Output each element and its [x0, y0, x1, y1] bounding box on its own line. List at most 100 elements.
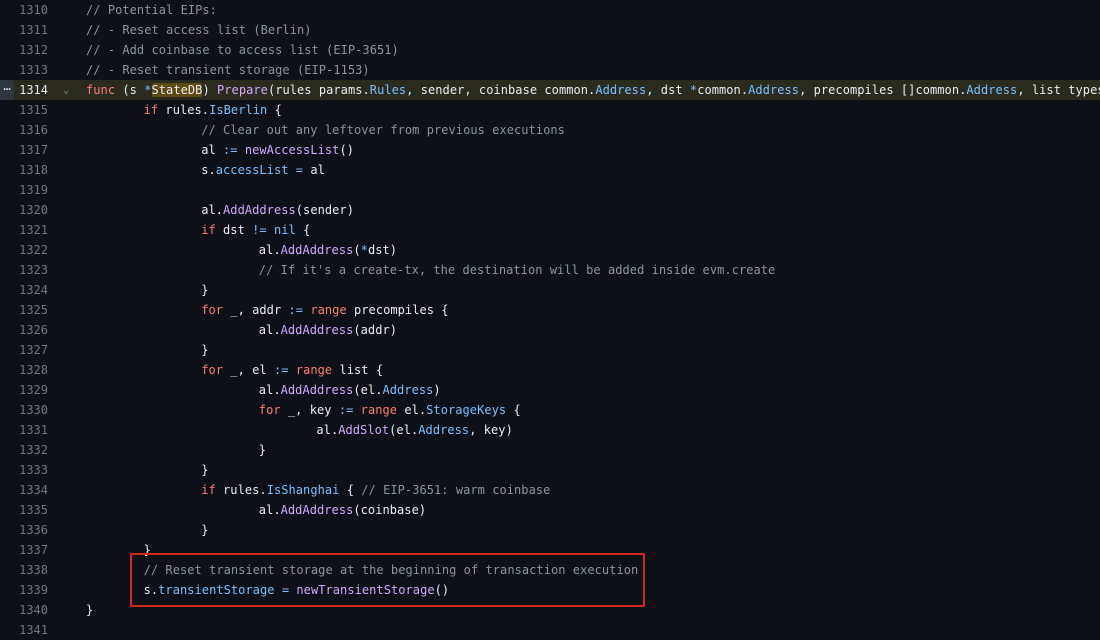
- line-number[interactable]: 1333: [0, 460, 48, 480]
- line-number[interactable]: 1319: [0, 180, 48, 200]
- line-options-button[interactable]: ⋯: [0, 80, 14, 100]
- code-property: Address: [966, 83, 1018, 97]
- code-text: el.: [397, 403, 427, 417]
- code-line: 1332}: [0, 440, 1100, 460]
- code-text: al.: [316, 423, 339, 437]
- line-number[interactable]: 1313: [0, 60, 48, 80]
- line-number[interactable]: 1312: [0, 40, 48, 60]
- code-text: (coinbase): [353, 503, 427, 517]
- line-number[interactable]: 1327: [0, 340, 48, 360]
- code-operator: :=: [223, 143, 238, 157]
- code-text: al.: [258, 383, 281, 397]
- code-property: Address: [595, 83, 647, 97]
- code-comment: // Reset transient storage at the beginn…: [143, 563, 639, 577]
- line-number[interactable]: 1335: [0, 500, 48, 520]
- code-line: 1326 al.AddAddress(addr): [0, 320, 1100, 340]
- line-number[interactable]: 1334: [0, 480, 48, 500]
- line-number[interactable]: 1317: [0, 140, 48, 160]
- code-function: AddAddress: [280, 243, 354, 257]
- code-line: 1310 // Potential EIPs:: [0, 0, 1100, 20]
- code-text: , precompiles []common.: [799, 83, 967, 97]
- code-text: // Reset transient storage at the beginn…: [144, 560, 639, 580]
- line-number[interactable]: 1336: [0, 520, 48, 540]
- code-text: }: [86, 603, 94, 617]
- code-line: 1324}: [0, 280, 1100, 300]
- code-text: }: [201, 520, 208, 540]
- code-line: 1338 // Reset transient storage at the be…: [0, 560, 1100, 580]
- code-text: if rules.IsBerlin {: [144, 100, 282, 120]
- code-comment: // Clear out any leftover from previous …: [201, 123, 565, 137]
- line-number[interactable]: 1341: [0, 620, 48, 640]
- code-text: s.: [143, 583, 159, 597]
- code-text: rules.: [158, 103, 210, 117]
- line-number[interactable]: 1320: [0, 200, 48, 220]
- line-number[interactable]: 1318: [0, 160, 48, 180]
- code-text: }: [144, 540, 151, 560]
- code-line: 1315 if rules.IsBerlin {: [0, 100, 1100, 120]
- line-number[interactable]: 1325: [0, 300, 48, 320]
- line-number[interactable]: 1315: [0, 100, 48, 120]
- code-text: ): [202, 83, 217, 97]
- code-text: }: [258, 443, 267, 457]
- code-text: common.: [697, 83, 749, 97]
- code-function: AddAddress: [280, 503, 354, 517]
- code-search-highlight: StateDB: [151, 83, 203, 97]
- line-number[interactable]: 1332: [0, 440, 48, 460]
- code-keyword: range: [310, 303, 347, 317]
- code-text: , list types.: [1017, 83, 1100, 97]
- code-function: newAccessList: [244, 143, 340, 157]
- code-line: 1320 al.AddAddress(sender): [0, 200, 1100, 220]
- code-text: _, addr: [223, 303, 289, 317]
- code-comment: // If it's a create-tx, the destination …: [258, 263, 776, 277]
- code-text: al: [201, 143, 224, 157]
- code-text: {: [267, 103, 282, 117]
- line-number[interactable]: 1329: [0, 380, 48, 400]
- line-number[interactable]: 1316: [0, 120, 48, 140]
- code-text: _, el: [223, 363, 274, 377]
- code-text: (): [339, 143, 354, 157]
- line-number[interactable]: 1322: [0, 240, 48, 260]
- code-text: (el.: [353, 383, 383, 397]
- code-text: {: [339, 483, 362, 497]
- code-line: 1318 s.accessList = al: [0, 160, 1100, 180]
- line-number[interactable]: 1331: [0, 420, 48, 440]
- code-operator: *: [360, 243, 368, 257]
- code-text: s.accessList = al: [201, 160, 325, 180]
- code-text: ): [433, 383, 441, 397]
- chevron-down-icon[interactable]: ⌄: [60, 80, 72, 100]
- code-text: , dst: [646, 83, 690, 97]
- code-text: (el.: [389, 423, 419, 437]
- code-text: (s: [115, 83, 145, 97]
- code-line: 1327}: [0, 340, 1100, 360]
- code-text: }: [201, 343, 209, 357]
- line-number[interactable]: 1321: [0, 220, 48, 240]
- code-function: AddSlot: [338, 423, 390, 437]
- code-comment: // - Reset transient storage (EIP-1153): [86, 63, 370, 77]
- line-number[interactable]: 1330: [0, 400, 48, 420]
- code-operator: *: [144, 83, 152, 97]
- line-number[interactable]: 1324: [0, 280, 48, 300]
- code-operator: :=: [288, 303, 304, 317]
- line-number[interactable]: 1311: [0, 20, 48, 40]
- code-text: {: [295, 223, 311, 237]
- line-number[interactable]: 1328: [0, 360, 48, 380]
- line-number[interactable]: 1338: [0, 560, 48, 580]
- code-line: 1313 // - Reset transient storage (EIP-11…: [0, 60, 1100, 80]
- line-number[interactable]: 1326: [0, 320, 48, 340]
- code-text: (): [434, 583, 450, 597]
- line-number[interactable]: 1323: [0, 260, 48, 280]
- code-text: s.: [201, 163, 216, 177]
- code-line: 1314 ⌄ func (s *StateDB) Prepare(rules par…: [0, 80, 1100, 100]
- line-number[interactable]: 1310: [0, 0, 48, 20]
- code-text: }: [86, 600, 93, 620]
- code-text: for _, el := range list {: [201, 360, 383, 380]
- code-text: , sender, coinbase common.: [406, 83, 596, 97]
- code-text: (: [353, 243, 361, 257]
- code-property: accessList: [215, 163, 289, 177]
- line-number[interactable]: 1339: [0, 580, 48, 600]
- line-number[interactable]: 1340: [0, 600, 48, 620]
- code-text: }: [259, 440, 266, 460]
- line-number[interactable]: 1337: [0, 540, 48, 560]
